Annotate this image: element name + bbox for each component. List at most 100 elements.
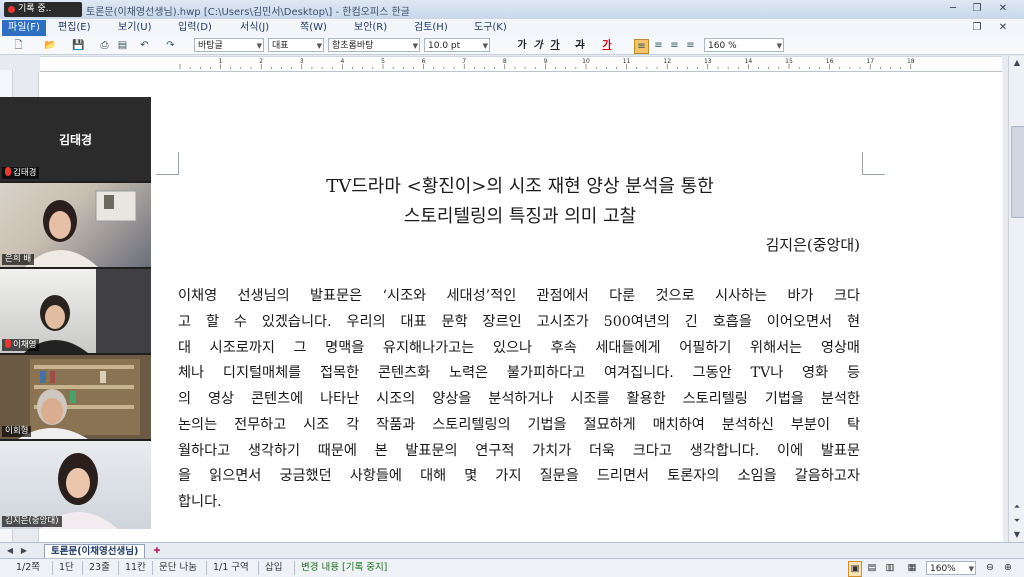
- status-zoom-select[interactable]: 160% ▼: [926, 561, 976, 575]
- ruler-number: 7: [462, 58, 466, 65]
- status-insert-mode[interactable]: 삽입: [258, 561, 282, 575]
- status-page: 1/2쪽: [16, 562, 41, 573]
- margin-corner-mark: [156, 152, 179, 175]
- menu-format[interactable]: 서식(J): [234, 20, 275, 36]
- align-justify-icon[interactable]: ≡: [634, 39, 649, 54]
- style-select[interactable]: 바탕글 ▼: [194, 38, 264, 52]
- menu-file[interactable]: 파일(F): [2, 20, 46, 36]
- align-right-icon[interactable]: ≡: [684, 39, 697, 52]
- ruler-number: 18: [907, 58, 915, 65]
- normal-view-icon[interactable]: ▣: [848, 561, 862, 577]
- body-line: 대 시조로까지 그 명맥을 유지해나가고는 있으나 후속 세대들에게 어필하기 …: [178, 340, 860, 356]
- scroll-down-icon[interactable]: ▼: [1009, 528, 1024, 542]
- outline-view-icon[interactable]: ▥: [884, 561, 896, 575]
- strikethrough-button[interactable]: 가: [574, 38, 586, 53]
- status-line: 23줄: [82, 561, 110, 575]
- participant-label: 김태경: [2, 167, 40, 179]
- ruler-number: 1: [219, 58, 223, 65]
- recording-label: 기록 중..: [18, 4, 52, 14]
- close-doc-icon[interactable]: ✕: [994, 21, 1012, 35]
- fit-page-icon[interactable]: ▦: [906, 561, 918, 575]
- print-icon[interactable]: ⎙: [98, 39, 111, 52]
- host-name: 김태경: [58, 133, 93, 147]
- align-center-icon[interactable]: ≡: [668, 39, 681, 52]
- body-line: 논의는 전무하고 시조 각 작품과 스토리텔링의 기법을 절묘하게 매치하여 분…: [178, 417, 860, 433]
- vertical-scrollbar[interactable]: ▲ ⏶ ⏷ ▼: [1008, 56, 1024, 542]
- zoom-in-icon[interactable]: ⊕: [1002, 561, 1014, 575]
- participant-video-tile[interactable]: 이채영: [0, 269, 151, 353]
- scroll-thumb[interactable]: [1011, 126, 1024, 218]
- status-para-split: 문단 나눔: [152, 561, 197, 575]
- document-title-line2: 스토리텔링의 특징과 의미 고찰: [403, 206, 637, 227]
- body-line: 체나 디지털매체를 접목한 콘텐츠화 노력은 불가피하다고 여겨집니다. 그동안…: [178, 365, 860, 381]
- page-down-icon[interactable]: ⏷: [1009, 514, 1024, 528]
- ruler-number: 2: [259, 58, 263, 65]
- title-bar: 기록 중.. 토론문(이채영선생님).hwp [C:\Users\김민서\Des…: [0, 0, 1024, 20]
- zoom-out-icon[interactable]: ⊖: [984, 561, 996, 575]
- undo-icon[interactable]: ↶: [138, 39, 151, 52]
- italic-button[interactable]: 가: [532, 38, 544, 53]
- menu-review[interactable]: 검토(H): [408, 20, 454, 36]
- bold-button[interactable]: 가: [516, 38, 528, 53]
- margin-corner-mark: [862, 152, 885, 175]
- ruler-number: 10: [582, 58, 590, 65]
- new-tab-icon[interactable]: ✚: [150, 544, 164, 558]
- font-size-input[interactable]: 10.0 pt ▼: [424, 38, 490, 52]
- open-icon[interactable]: 📂: [44, 39, 57, 52]
- host-tile[interactable]: 김태경 김태경: [0, 97, 151, 181]
- menu-insert[interactable]: 입력(D): [172, 20, 218, 36]
- participant-video-tile[interactable]: 김지은(중앙대): [0, 441, 151, 529]
- web-view-icon[interactable]: ▤: [866, 561, 878, 575]
- muted-mic-icon: [5, 167, 11, 176]
- tab-next-icon[interactable]: ▶: [18, 544, 30, 558]
- status-column: 11칸: [118, 561, 146, 575]
- ruler-number: 17: [866, 58, 874, 65]
- menu-edit[interactable]: 편집(E): [52, 20, 97, 36]
- close-icon[interactable]: ✕: [994, 2, 1012, 16]
- redo-icon[interactable]: ↷: [164, 39, 177, 52]
- menu-tools[interactable]: 도구(K): [468, 20, 513, 36]
- body-line: 을 읽으면서 궁금했던 사항들에 대해 몇 가지 질문을 드리면서 토론자의 소…: [178, 468, 860, 484]
- ruler-number: 12: [663, 58, 671, 65]
- minimize-icon[interactable]: ─: [944, 2, 962, 16]
- new-doc-icon[interactable]: 🗋: [12, 39, 25, 52]
- participant-label: 이회형: [2, 426, 32, 437]
- participant-label: 이채영: [2, 339, 40, 351]
- page-up-icon[interactable]: ⏶: [1009, 500, 1024, 514]
- underline-button[interactable]: 가: [548, 38, 562, 53]
- zoom-select[interactable]: 160 % ▼: [704, 38, 784, 52]
- participant-video-tile[interactable]: 이회형: [0, 355, 151, 439]
- maximize-icon[interactable]: ❐: [968, 2, 986, 16]
- font-select[interactable]: 함초롬바탕 ▼: [328, 38, 420, 52]
- menu-view[interactable]: 보기(U): [112, 20, 158, 36]
- ruler-number: 9: [543, 58, 547, 65]
- menu-page[interactable]: 쪽(W): [294, 20, 333, 36]
- ruler-number: 8: [503, 58, 507, 65]
- body-line: 의 영상 콘텐츠에 나타난 시조의 양상을 분석하거나 시조를 활용한 스토리텔…: [178, 391, 860, 407]
- status-section: 1단: [52, 561, 74, 575]
- ruler-number: 3: [300, 58, 304, 65]
- menu-bar: 파일(F) 편집(E) 보기(U) 입력(D) 서식(J) 쪽(W) 보안(R)…: [0, 19, 1024, 38]
- participant-label: 김지은(중앙대): [2, 516, 62, 527]
- restore-doc-icon[interactable]: ❐: [968, 21, 986, 35]
- formatting-toolbar: 🗋 📂 💾 ⎙ ▤ ↶ ↷ 바탕글 ▼ 대표 ▼ 함초롬바탕 ▼ 10.0 pt ▼ 가…: [0, 37, 1024, 55]
- status-section-no: 1/1 구역: [206, 561, 249, 575]
- font-color-button[interactable]: 가: [600, 38, 614, 53]
- ruler-number: 11: [623, 58, 631, 65]
- ruler-number: 15: [785, 58, 793, 65]
- scroll-up-icon[interactable]: ▲: [1009, 56, 1024, 70]
- status-track-changes[interactable]: 변경 내용 [기록 중지]: [294, 561, 387, 575]
- document-tab[interactable]: 토론문(이채영선생님): [44, 544, 146, 559]
- document-tab-strip: ◀ ▶ 토론문(이채영선생님) ✚: [0, 542, 1024, 559]
- align-left-icon[interactable]: ≡: [652, 39, 665, 52]
- participant-video-tile[interactable]: 은희 배: [0, 183, 151, 267]
- recording-indicator: 기록 중..: [4, 2, 82, 17]
- para-style-select[interactable]: 대표 ▼: [268, 38, 324, 52]
- save-icon[interactable]: 💾: [72, 39, 85, 52]
- preview-icon[interactable]: ▤: [116, 39, 129, 52]
- ruler-number: 4: [340, 58, 344, 65]
- body-line: 고 할 수 있겠습니다. 우리의 대표 문학 장르인 고시조가 500여년의 긴…: [178, 314, 860, 330]
- record-dot-icon: [8, 6, 15, 13]
- menu-security[interactable]: 보안(R): [348, 20, 393, 36]
- tab-prev-icon[interactable]: ◀: [4, 544, 16, 558]
